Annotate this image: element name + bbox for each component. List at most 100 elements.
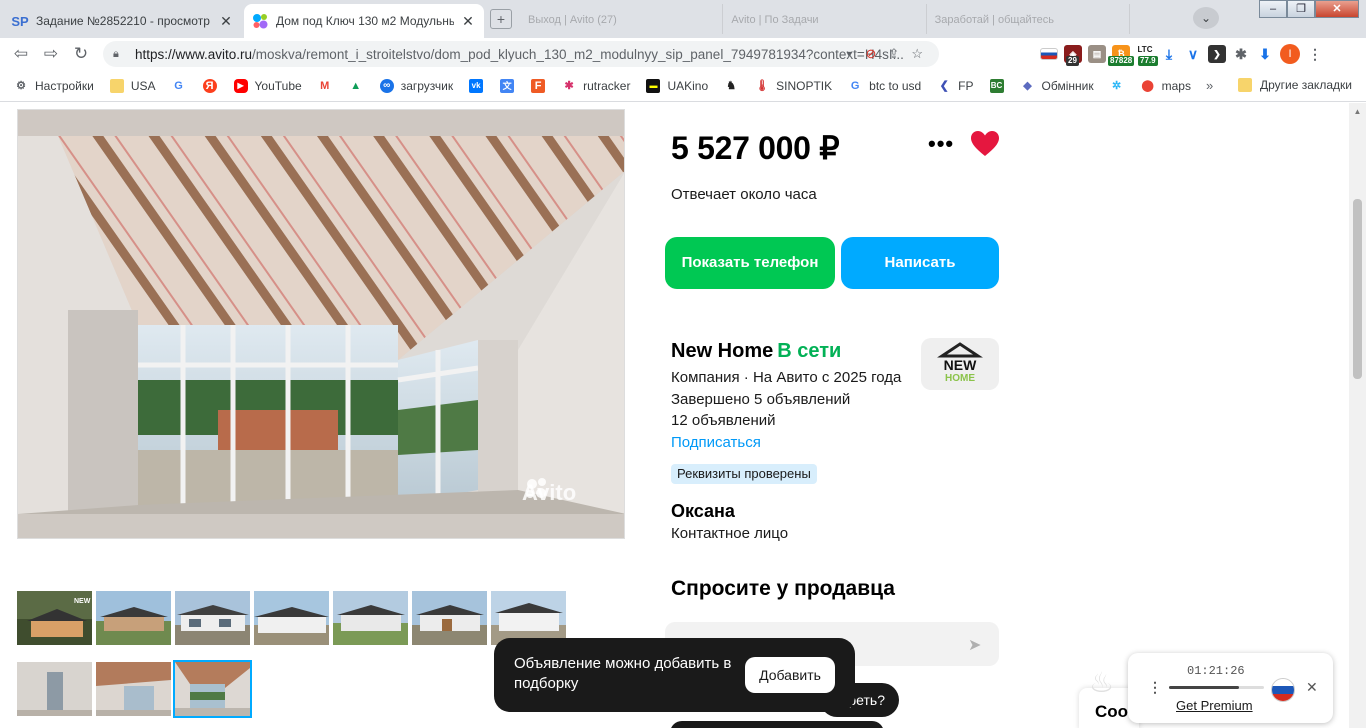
- bookmark-item[interactable]: Я: [202, 78, 224, 93]
- write-message-button[interactable]: Написать: [841, 237, 999, 289]
- maximize-button[interactable]: ❐: [1287, 0, 1315, 18]
- bookmark-item[interactable]: ⬤ maps: [1141, 79, 1191, 93]
- reload-icon[interactable]: ↻: [70, 44, 92, 64]
- bookmark-item[interactable]: 🌡︎ SINOPTIK: [755, 79, 832, 93]
- bookmark-item[interactable]: F: [531, 78, 552, 93]
- bookmark-item[interactable]: ♞: [724, 79, 745, 93]
- tab-title: Дом под Ключ 130 м2 Модульны: [276, 14, 454, 28]
- v-ext-icon[interactable]: ∨: [1184, 45, 1202, 63]
- infinity-icon: ∞: [379, 78, 394, 93]
- vpn-menu-icon[interactable]: ⋮: [1148, 679, 1162, 696]
- lock-icon: 🔒︎: [113, 47, 119, 60]
- briefcase-ext-icon[interactable]: ▤: [1088, 45, 1106, 63]
- gallery-thumbnail[interactable]: [333, 591, 408, 645]
- main-listing-photo[interactable]: Avito: [17, 109, 625, 539]
- gallery-thumbnail[interactable]: NEW: [17, 591, 92, 645]
- bookmark-item[interactable]: USA: [109, 78, 156, 93]
- bookmark-item[interactable]: ❮ FP: [937, 79, 974, 93]
- puzzle-icon[interactable]: ✱: [1232, 45, 1250, 63]
- google-icon: G: [174, 79, 183, 92]
- page-scrollbar[interactable]: ▲: [1349, 103, 1366, 728]
- vpn-close-icon[interactable]: ✕: [1306, 679, 1318, 696]
- bookmark-star-icon[interactable]: ☆: [911, 46, 923, 62]
- vk-icon: vk: [469, 78, 484, 93]
- show-phone-button[interactable]: Показать телефон: [665, 237, 835, 289]
- back-arrow-icon[interactable]: ⇦: [10, 44, 32, 64]
- seller-name[interactable]: New Home В сети: [671, 340, 841, 363]
- bookmark-item[interactable]: ✲: [1110, 79, 1131, 93]
- thermometer-icon: 🌡︎: [755, 79, 770, 92]
- ltc-ext-icon[interactable]: LTC 77.9: [1136, 45, 1158, 66]
- new-tab-button[interactable]: +: [490, 9, 512, 29]
- bitcoin-ext-icon[interactable]: ₿ 87828: [1108, 45, 1135, 66]
- gallery-thumbnail[interactable]: [254, 591, 329, 645]
- bookmark-item[interactable]: vk: [469, 78, 490, 93]
- contact-person-role: Контактное лицо: [671, 525, 789, 542]
- gallery-thumbnail[interactable]: [17, 662, 92, 716]
- bookmark-item[interactable]: ⚙ Настройки: [14, 79, 94, 93]
- bookmark-item[interactable]: ∞ загрузчик: [379, 78, 453, 93]
- shield-ext-icon[interactable]: ◈ 29: [1064, 45, 1082, 66]
- bookmark-item[interactable]: ▬ UAKino: [646, 78, 708, 93]
- vpn-progress-bar: [1169, 686, 1264, 689]
- gallery-thumbnail[interactable]: [96, 662, 171, 716]
- menu-kebab-icon[interactable]: ⋮: [1306, 45, 1324, 63]
- bookmarks-more-button[interactable]: »: [1206, 78, 1213, 93]
- scrollbar-thumb[interactable]: [1353, 199, 1362, 379]
- gallery-thumbnail[interactable]: [412, 591, 487, 645]
- minimize-button[interactable]: ‒: [1259, 0, 1287, 18]
- bookmark-item[interactable]: M: [318, 79, 339, 93]
- bookmark-item[interactable]: ▲: [349, 79, 370, 93]
- tab-avito[interactable]: Дом под Ключ 130 м2 Модульны ✕: [244, 4, 484, 38]
- scroll-up-arrow-icon[interactable]: ▲: [1349, 103, 1366, 120]
- bookmark-item[interactable]: ◆ Обмінник: [1021, 79, 1093, 93]
- contact-person-name: Оксана: [671, 501, 735, 521]
- blocked-icon[interactable]: ⊘: [866, 46, 877, 62]
- share-icon[interactable]: ⇪: [888, 46, 899, 62]
- url-text[interactable]: https://www.avito.ru/moskva/remont_i_str…: [135, 47, 939, 62]
- bookmark-item[interactable]: ✱ rutracker: [562, 79, 630, 93]
- yandex-icon: Я: [202, 78, 217, 93]
- profile-avatar[interactable]: I: [1280, 44, 1300, 64]
- ghost-tab: Выход | Avito (27): [520, 4, 724, 34]
- bc-icon: BC: [989, 78, 1004, 93]
- bookmark-item[interactable]: G: [172, 79, 193, 93]
- other-bookmarks[interactable]: Другие закладки: [1238, 78, 1352, 92]
- window-close-button[interactable]: ✕: [1315, 0, 1359, 18]
- tab-search-chevron-icon[interactable]: ⌄: [1193, 7, 1219, 29]
- bookmark-item[interactable]: ▶ YouTube: [233, 78, 302, 93]
- bookmark-item[interactable]: 文: [500, 78, 521, 93]
- favorite-heart-icon[interactable]: [971, 131, 999, 162]
- gallery-thumbnail[interactable]: [175, 591, 250, 645]
- address-bar[interactable]: 🔒︎ https://www.avito.ru/moskva/remont_i_…: [103, 41, 939, 67]
- tab-close-icon[interactable]: ✕: [460, 13, 476, 30]
- gallery-thumbnail[interactable]: [491, 591, 566, 645]
- fp-icon: ❮: [939, 79, 949, 92]
- tab-close-icon[interactable]: ✕: [218, 13, 234, 30]
- arrow-ext-icon[interactable]: ❯: [1208, 45, 1226, 63]
- dropdown-icon[interactable]: ▼: [845, 49, 854, 59]
- more-options-icon[interactable]: •••: [928, 131, 954, 157]
- russia-flag-icon[interactable]: [1040, 48, 1058, 60]
- seller-logo[interactable]: NEW HOME: [921, 338, 999, 390]
- seller-active-ads[interactable]: 12 объявлений: [671, 412, 776, 429]
- vpn-progress-fill: [1169, 686, 1240, 689]
- get-premium-link[interactable]: Get Premium: [1176, 698, 1253, 713]
- gallery-thumbnail-selected[interactable]: [173, 660, 252, 718]
- sp-favicon-icon: SP: [11, 13, 29, 29]
- add-to-collection-button[interactable]: Добавить: [745, 657, 835, 693]
- send-arrow-icon[interactable]: ➤: [968, 635, 981, 655]
- f-icon: F: [531, 78, 546, 93]
- bookmark-item[interactable]: BC: [989, 78, 1011, 93]
- tab-zadanie[interactable]: SP Задание №2852210 - просмотр з ✕: [4, 4, 242, 38]
- ask-seller-title: Спросите у продавца: [671, 577, 895, 600]
- download-ext-icon[interactable]: ⤓: [1160, 45, 1178, 63]
- add-to-collection-toast: Объявление можно добавить в подборку Доб…: [494, 638, 855, 712]
- gallery-thumbnail[interactable]: [96, 591, 171, 645]
- quick-question-chip[interactable]: [670, 721, 884, 728]
- forward-arrow-icon[interactable]: ⇨: [40, 44, 62, 64]
- bookmark-item[interactable]: Gbtc to usd: [848, 79, 921, 93]
- downloads-icon[interactable]: ⬇: [1256, 45, 1274, 63]
- russia-flag-icon[interactable]: [1271, 678, 1295, 702]
- subscribe-link[interactable]: Подписаться: [671, 434, 761, 451]
